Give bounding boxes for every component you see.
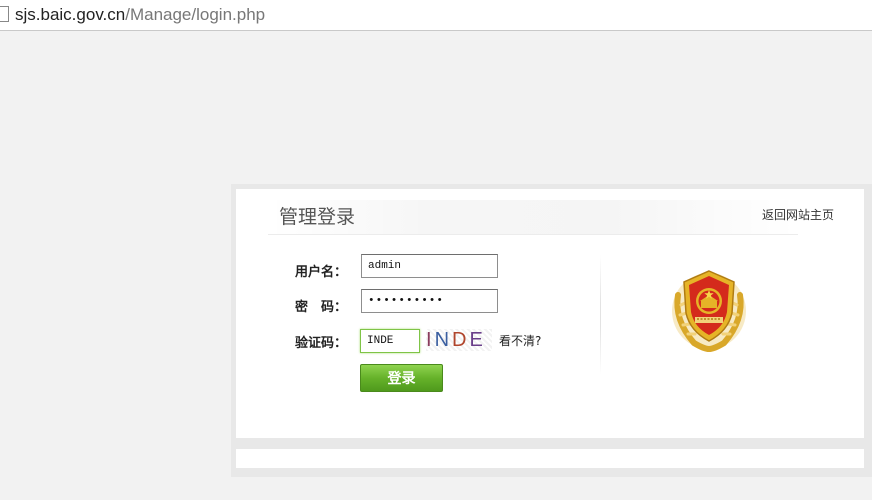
url-path: /Manage/login.php bbox=[125, 5, 266, 24]
address-bar[interactable]: sjs.baic.gov.cn/Manage/login.php bbox=[0, 0, 872, 31]
username-label: 用户名： bbox=[295, 265, 348, 280]
page-title: 管理登录 bbox=[279, 207, 356, 228]
captcha-char: N bbox=[434, 329, 453, 351]
back-to-home-link[interactable]: 返回网站主页 bbox=[762, 206, 834, 223]
login-panel-footer bbox=[236, 449, 864, 468]
captcha-input[interactable] bbox=[360, 329, 420, 353]
url-host: sjs.baic.gov.cn bbox=[15, 5, 126, 24]
emblem-icon bbox=[664, 265, 754, 355]
refresh-captcha-link[interactable]: 看不清? bbox=[499, 332, 541, 349]
page-icon bbox=[0, 6, 9, 22]
password-input[interactable] bbox=[361, 289, 498, 313]
captcha-image[interactable]: INDE bbox=[426, 329, 492, 351]
captcha-char: D bbox=[452, 329, 470, 351]
divider bbox=[600, 255, 601, 375]
captcha-label: 验证码： bbox=[295, 336, 348, 351]
login-button[interactable]: 登录 bbox=[360, 364, 443, 392]
password-label: 密 码： bbox=[295, 300, 348, 315]
username-input[interactable] bbox=[361, 254, 498, 278]
captcha-char: I bbox=[426, 329, 435, 351]
address-url[interactable]: sjs.baic.gov.cn/Manage/login.php bbox=[15, 5, 265, 25]
captcha-char: E bbox=[469, 329, 486, 351]
